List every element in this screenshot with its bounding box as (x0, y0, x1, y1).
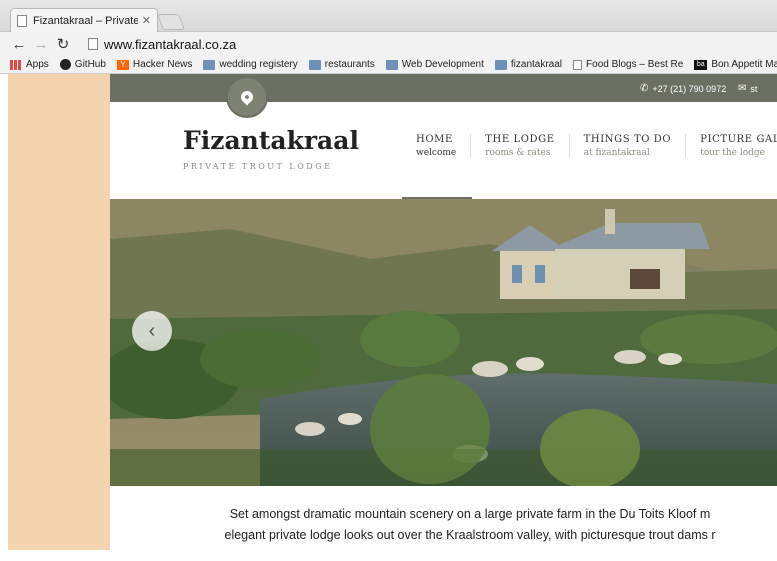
page-icon (573, 59, 583, 70)
new-tab-button[interactable] (157, 14, 185, 30)
bookmark-label: Web Development (401, 59, 484, 70)
previous-slide-button[interactable]: ‹ (132, 311, 172, 351)
website: ✆ +27 (21) 790 0972 ✉ st Fizantakraal PR… (110, 74, 777, 561)
nav-title: THINGS TO DO (583, 134, 672, 145)
phone-number: +27 (21) 790 0972 (652, 83, 727, 94)
nav-things-to-do[interactable]: THINGS TO DO at fizantakraal (568, 134, 686, 158)
page-background (8, 74, 110, 550)
mail-icon: ✉ (738, 83, 747, 94)
browser-tab[interactable]: Fizantakraal – Private Trout ✕ (10, 8, 158, 32)
bookmark-wedding-registery[interactable]: wedding registery (203, 59, 298, 70)
page-icon (88, 38, 98, 50)
bookmark-web-development[interactable]: Web Development (385, 59, 484, 70)
intro-line: elegant private lodge looks out over the… (224, 528, 716, 542)
bookmark-fizantakraal[interactable]: fizantakraal (494, 59, 563, 70)
bookmark-label: fizantakraal (510, 59, 563, 70)
bookmark-label: Hacker News (132, 59, 193, 70)
page-icon (17, 14, 27, 27)
contact-bar: ✆ +27 (21) 790 0972 ✉ st (110, 74, 777, 102)
phone-contact[interactable]: ✆ +27 (21) 790 0972 (640, 83, 726, 94)
hero-slideshow: ‹ (110, 199, 777, 486)
bookmark-github[interactable]: GitHub (59, 59, 106, 70)
site-header: Fizantakraal PRIVATE TROUT LODGE HOME we… (110, 102, 777, 200)
folder-icon (494, 59, 507, 70)
nav-subtitle: welcome (416, 148, 457, 158)
bookmark-label: Apps (26, 59, 49, 70)
forward-icon[interactable]: → (32, 36, 50, 53)
address-bar[interactable]: www.fizantakraal.co.za (84, 34, 236, 54)
intro-text: Set amongst dramatic mountain scenery on… (110, 504, 777, 546)
nav-title: PICTURE GALLERY (700, 134, 777, 145)
reload-icon[interactable]: ↻ (54, 35, 72, 53)
tab-title: Fizantakraal – Private Trout (33, 14, 138, 27)
site-tagline: PRIVATE TROUT LODGE (183, 162, 333, 171)
bookmark-bon-appetit[interactable]: baBon Appetit Magazin (694, 59, 777, 70)
chevron-left-icon: ‹ (148, 319, 156, 342)
bookmark-restaurants[interactable]: restaurants (308, 59, 375, 70)
location-button[interactable] (226, 76, 268, 118)
email-contact[interactable]: ✉ st (738, 83, 757, 94)
bookmark-apps[interactable]: Apps (10, 59, 49, 70)
site-logo[interactable]: Fizantakraal (183, 126, 359, 155)
bon-appetit-icon: ba (694, 59, 708, 70)
url-text[interactable]: www.fizantakraal.co.za (104, 37, 236, 52)
intro-line: Set amongst dramatic mountain scenery on… (229, 507, 711, 521)
hero-image (110, 199, 777, 486)
folder-icon (308, 59, 321, 70)
apps-icon (10, 59, 22, 70)
folder-icon (203, 59, 216, 70)
nav-subtitle: at fizantakraal (583, 148, 650, 158)
nav-subtitle: tour the lodge (700, 148, 765, 158)
bookmark-label: Bon Appetit Magazin (711, 59, 777, 70)
nav-subtitle: rooms & rates (485, 148, 551, 158)
back-icon[interactable]: ← (10, 36, 28, 53)
nav-title: HOME (416, 134, 453, 145)
hacker-news-icon: Y (116, 59, 129, 70)
bookmark-label: restaurants (324, 59, 375, 70)
bookmark-hacker-news[interactable]: Y Hacker News (116, 59, 193, 70)
bookmark-label: wedding registery (219, 59, 298, 70)
browser-tab-strip: Fizantakraal – Private Trout ✕ (0, 0, 777, 32)
nav-home[interactable]: HOME welcome (402, 134, 470, 158)
nav-the-lodge[interactable]: THE LODGE rooms & rates (470, 134, 568, 158)
bookmark-label: Food Blogs – Best Re (586, 59, 684, 70)
phone-icon: ✆ (640, 83, 649, 94)
bookmark-food-blogs[interactable]: Food Blogs – Best Re (573, 59, 683, 70)
bookmark-label: GitHub (74, 59, 106, 70)
close-icon[interactable]: ✕ (142, 14, 151, 27)
email-text: st (750, 83, 758, 94)
browser-toolbar: ← → ↻ www.fizantakraal.co.za (0, 32, 777, 56)
nav-title: THE LODGE (485, 134, 555, 145)
main-nav: HOME welcome THE LODGE rooms & rates THI… (402, 134, 777, 158)
map-pin-icon (238, 88, 256, 106)
folder-icon (385, 59, 398, 70)
bookmarks-bar: Apps GitHub Y Hacker News wedding registe… (0, 56, 777, 74)
nav-picture-gallery[interactable]: PICTURE GALLERY tour the lodge (685, 134, 777, 158)
github-icon (59, 59, 71, 70)
